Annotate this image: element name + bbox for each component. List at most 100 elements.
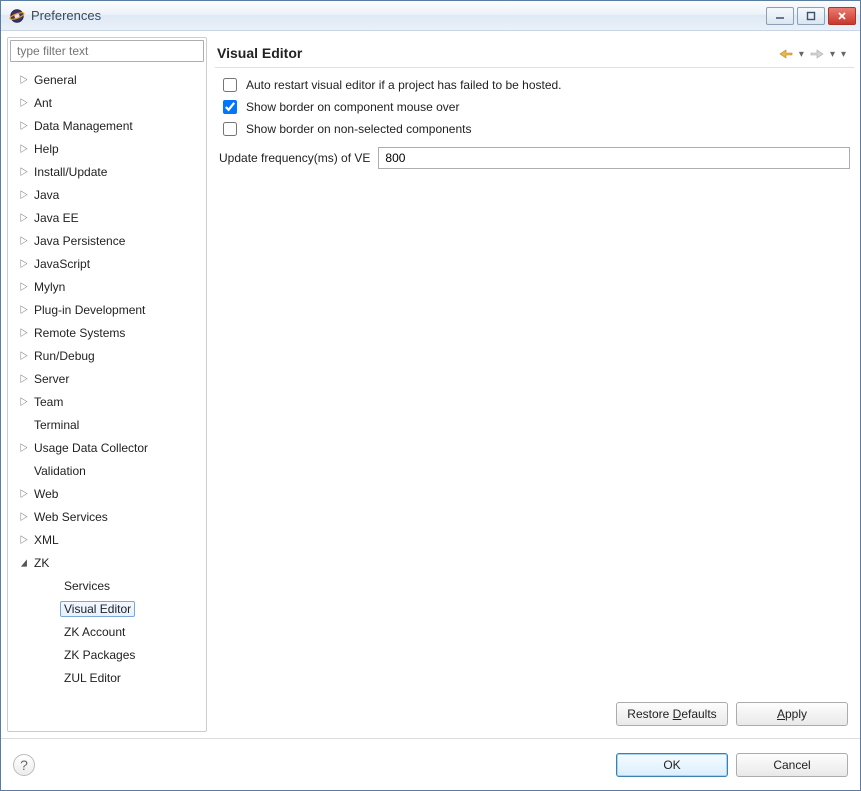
chevron-right-icon[interactable]: ▷ [18,188,30,201]
border-nonsel-label: Show border on non-selected components [246,122,471,136]
history-nav: ▾ ▾ ▾ [777,48,848,61]
tree-item-plug-in-development[interactable]: ▷Plug-in Development [8,298,206,321]
tree-item-label: Web Services [30,509,112,525]
tree-item-label: XML [30,532,63,548]
help-button[interactable]: ? [13,754,35,776]
chevron-right-icon[interactable]: ▷ [18,211,30,224]
border-hover-label: Show border on component mouse over [246,100,459,114]
tree-item-zk-account[interactable]: ▷ZK Account [8,620,206,643]
back-button[interactable] [777,48,795,60]
tree-item-label: Web [30,486,62,502]
dialog-footer: ? OK Cancel [1,738,860,790]
tree-item-label: Validation [30,463,90,479]
tree-item-label: Usage Data Collector [30,440,152,456]
tree-item-web-services[interactable]: ▷Web Services [8,505,206,528]
tree-item-java[interactable]: ▷Java [8,183,206,206]
tree-item-ant[interactable]: ▷Ant [8,91,206,114]
auto-restart-checkbox[interactable] [223,78,237,92]
page-buttons: Restore Defaults Apply [215,696,854,732]
tree-item-terminal[interactable]: ▷Terminal [8,413,206,436]
dialog-buttons: OK Cancel [616,753,848,777]
tree-item-label: JavaScript [30,256,94,272]
chevron-right-icon[interactable]: ▷ [18,395,30,408]
cancel-button[interactable]: Cancel [736,753,848,777]
filter-container [10,40,204,62]
dialog-body: ▷General▷Ant▷Data Management▷Help▷Instal… [1,31,860,738]
page-menu-button[interactable]: ▾ [839,48,848,61]
tree-item-label: Ant [30,95,56,111]
preferences-tree[interactable]: ▷General▷Ant▷Data Management▷Help▷Instal… [8,64,206,731]
maximize-button[interactable] [797,7,825,25]
tree-item-remote-systems[interactable]: ▷Remote Systems [8,321,206,344]
auto-restart-label: Auto restart visual editor if a project … [246,78,562,92]
update-frequency-label: Update frequency(ms) of VE [219,151,370,165]
tree-item-data-management[interactable]: ▷Data Management [8,114,206,137]
border-hover-checkbox[interactable] [223,100,237,114]
auto-restart-row[interactable]: Auto restart visual editor if a project … [219,74,850,96]
tree-item-zk[interactable]: ◢ZK [8,551,206,574]
restore-defaults-button[interactable]: Restore Defaults [616,702,728,726]
tree-item-validation[interactable]: ▷Validation [8,459,206,482]
ok-button[interactable]: OK [616,753,728,777]
border-nonsel-row[interactable]: Show border on non-selected components [219,118,850,140]
chevron-right-icon[interactable]: ▷ [18,303,30,316]
forward-button[interactable] [808,48,826,60]
tree-item-javascript[interactable]: ▷JavaScript [8,252,206,275]
tree-item-label: Team [30,394,67,410]
tree-item-label: Plug-in Development [30,302,149,318]
minimize-button[interactable] [766,7,794,25]
app-icon [9,8,25,24]
tree-item-visual-editor[interactable]: ▷Visual Editor [8,597,206,620]
chevron-right-icon[interactable]: ▷ [18,73,30,86]
tree-item-label: Java [30,187,63,203]
chevron-right-icon[interactable]: ▷ [18,119,30,132]
tree-item-label: ZK Packages [60,647,139,663]
titlebar[interactable]: Preferences [1,1,860,31]
tree-item-install-update[interactable]: ▷Install/Update [8,160,206,183]
tree-item-run-debug[interactable]: ▷Run/Debug [8,344,206,367]
tree-item-label: Services [60,578,114,594]
tree-item-web[interactable]: ▷Web [8,482,206,505]
tree-item-help[interactable]: ▷Help [8,137,206,160]
chevron-right-icon[interactable]: ▷ [18,234,30,247]
chevron-right-icon[interactable]: ▷ [18,280,30,293]
tree-item-label: Mylyn [30,279,69,295]
tree-item-java-ee[interactable]: ▷Java EE [8,206,206,229]
tree-item-label: Remote Systems [30,325,129,341]
tree-item-zul-editor[interactable]: ▷ZUL Editor [8,666,206,689]
tree-item-server[interactable]: ▷Server [8,367,206,390]
chevron-right-icon[interactable]: ▷ [18,326,30,339]
chevron-right-icon[interactable]: ▷ [18,372,30,385]
chevron-right-icon[interactable]: ▷ [18,487,30,500]
tree-item-team[interactable]: ▷Team [8,390,206,413]
tree-item-services[interactable]: ▷Services [8,574,206,597]
chevron-right-icon[interactable]: ▷ [18,441,30,454]
back-menu-button[interactable]: ▾ [797,48,806,61]
tree-item-label: General [30,72,81,88]
tree-item-usage-data-collector[interactable]: ▷Usage Data Collector [8,436,206,459]
chevron-down-icon[interactable]: ◢ [18,557,30,568]
tree-item-label: Visual Editor [60,601,135,617]
chevron-right-icon[interactable]: ▷ [18,96,30,109]
chevron-right-icon[interactable]: ▷ [18,533,30,546]
help-icon: ? [20,757,28,773]
chevron-right-icon[interactable]: ▷ [18,510,30,523]
forward-menu-button[interactable]: ▾ [828,48,837,61]
tree-item-xml[interactable]: ▷XML [8,528,206,551]
close-button[interactable] [828,7,856,25]
tree-item-zk-packages[interactable]: ▷ZK Packages [8,643,206,666]
update-frequency-input[interactable] [378,147,850,169]
filter-input[interactable] [10,40,204,62]
chevron-right-icon[interactable]: ▷ [18,257,30,270]
tree-item-general[interactable]: ▷General [8,68,206,91]
tree-item-mylyn[interactable]: ▷Mylyn [8,275,206,298]
page-container: Visual Editor ▾ ▾ ▾ Auto restart visual … [207,37,854,732]
tree-item-java-persistence[interactable]: ▷Java Persistence [8,229,206,252]
border-hover-row[interactable]: Show border on component mouse over [219,96,850,118]
chevron-right-icon[interactable]: ▷ [18,349,30,362]
chevron-right-icon[interactable]: ▷ [18,165,30,178]
apply-button[interactable]: Apply [736,702,848,726]
chevron-right-icon[interactable]: ▷ [18,142,30,155]
border-nonsel-checkbox[interactable] [223,122,237,136]
settings-panel: Auto restart visual editor if a project … [215,74,854,172]
